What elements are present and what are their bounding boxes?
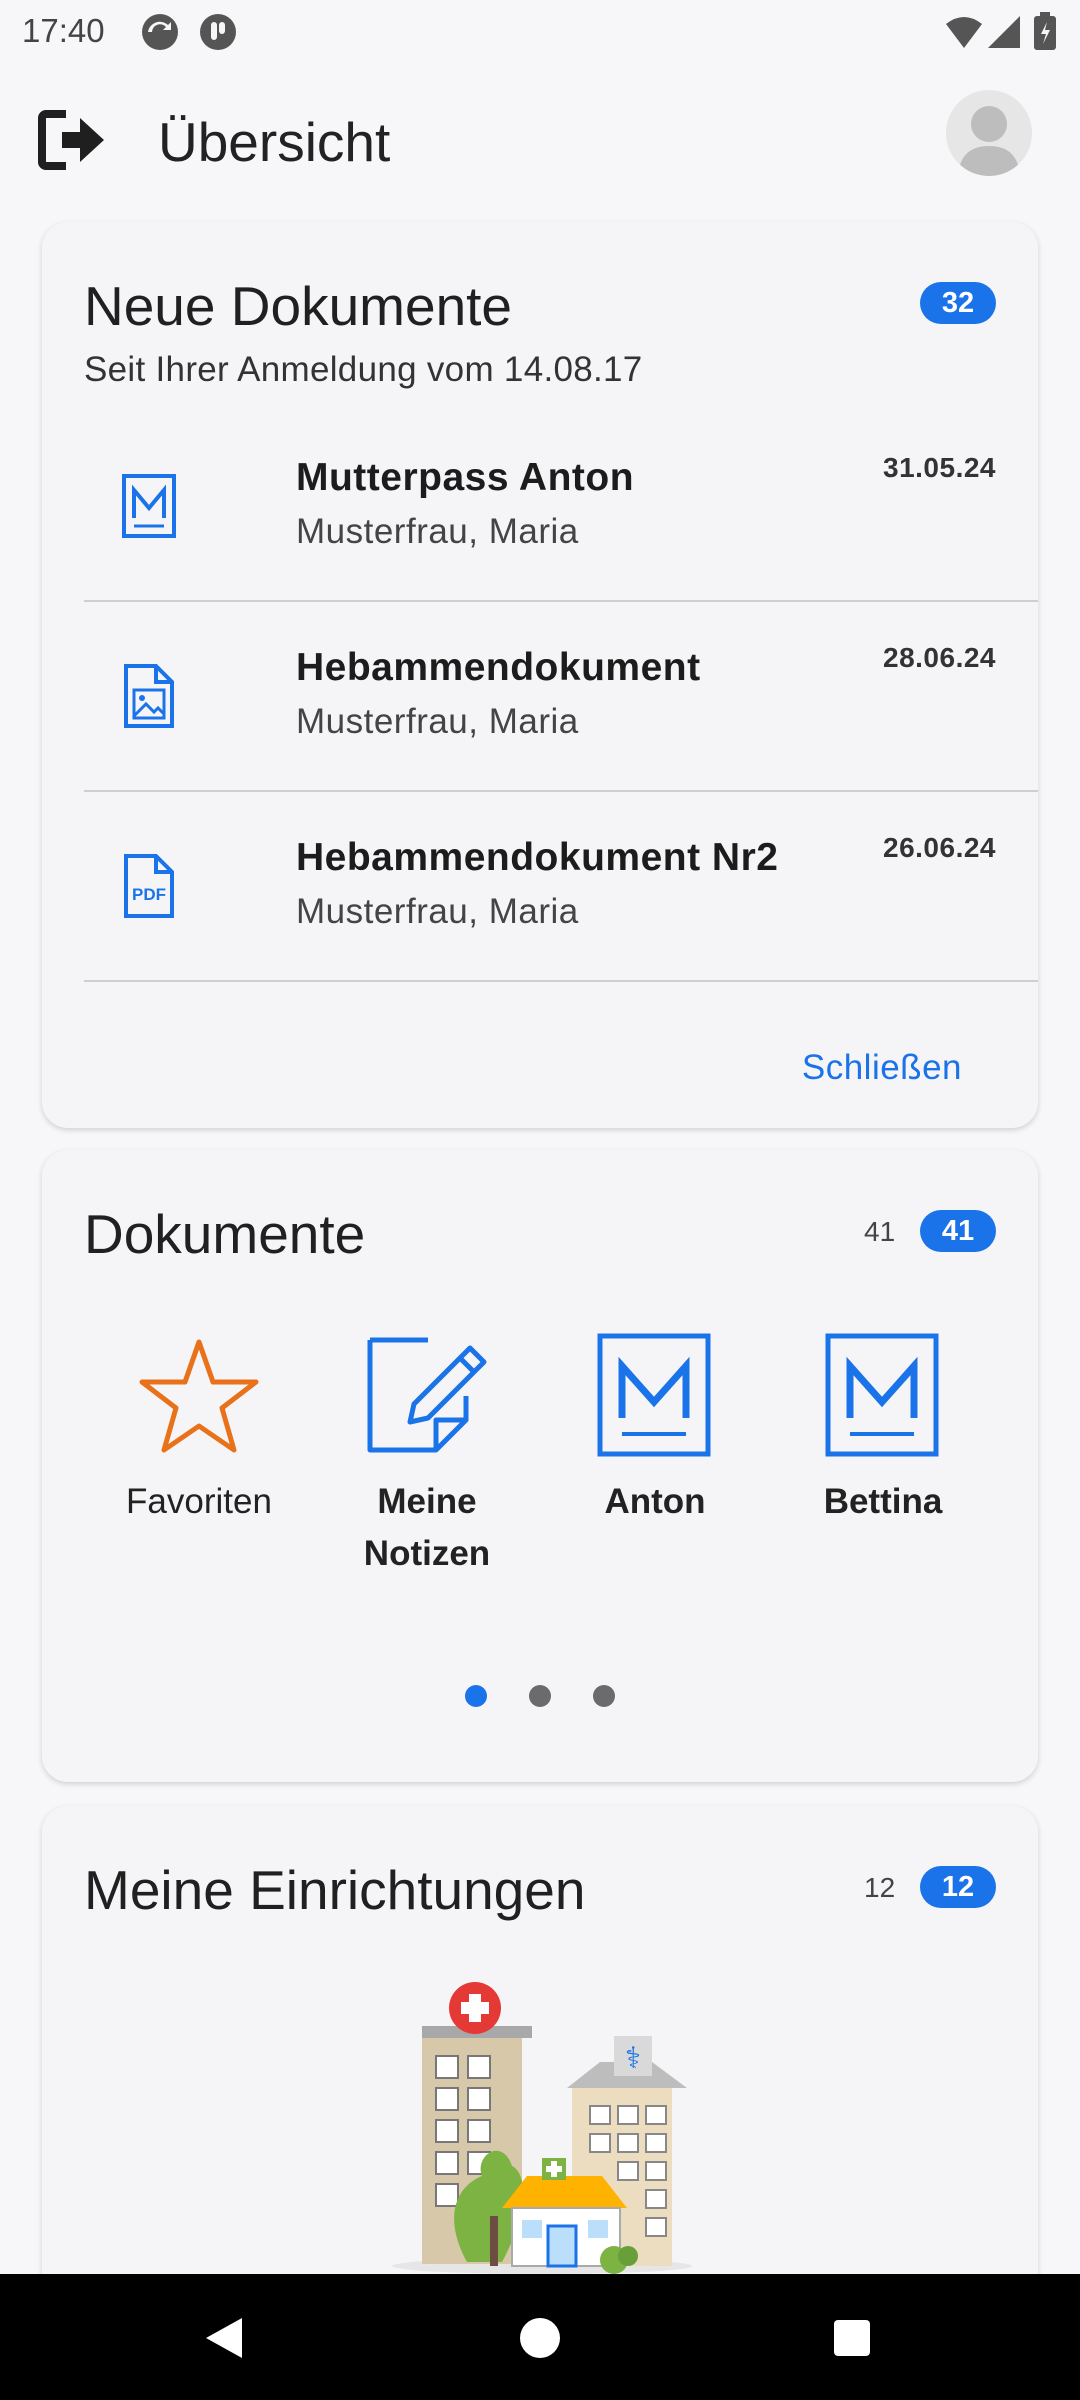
document-author: Musterfrau, Maria [296, 892, 579, 931]
profile-placeholder-icon [958, 106, 1020, 176]
status-time: 17:40 [22, 12, 105, 49]
documents-card: Dokumente 41 41 Favoriten Meine Notizen … [42, 1150, 1038, 1782]
cell-signal-icon [988, 16, 1020, 48]
svg-text:PDF: PDF [132, 885, 166, 904]
pdf-document-icon: PDF [124, 854, 174, 918]
new-documents-card: Neue Dokumente 32 Seit Ihrer Anmeldung v… [42, 222, 1038, 1128]
logout-icon[interactable] [36, 104, 108, 176]
close-button[interactable]: Schließen [802, 1048, 962, 1088]
tile-meine-notizen[interactable]: Meine Notizen [327, 1330, 527, 1580]
document-date: 26.06.24 [883, 832, 996, 863]
mutterpass-icon [122, 474, 176, 538]
tile-label: Favoriten [126, 1482, 272, 1521]
mutterpass-icon [825, 1333, 939, 1457]
recents-icon[interactable] [828, 2314, 876, 2362]
star-icon [139, 1339, 259, 1453]
new-documents-subtitle: Seit Ihrer Anmeldung vom 14.08.17 [84, 350, 643, 389]
page-dot[interactable] [529, 1685, 551, 1707]
document-title: Mutterpass Anton [296, 456, 635, 499]
mutterpass-icon [597, 1333, 711, 1457]
facilities-title: Meine Einrichtungen [84, 1859, 586, 1921]
documents-count: 41 [864, 1216, 896, 1247]
app-notification-icon [200, 14, 236, 50]
documents-title: Dokumente [84, 1203, 366, 1265]
tile-label: Meine Notizen [363, 1482, 491, 1573]
status-bar: 17:40 [0, 0, 1080, 64]
page-title: Übersicht [158, 111, 391, 173]
document-date: 31.05.24 [883, 452, 996, 483]
image-document-icon [124, 664, 174, 728]
facilities-illustration: ⚕ [392, 1982, 692, 2274]
new-documents-badge: 32 [920, 282, 996, 324]
facilities-count: 12 [864, 1872, 896, 1903]
battery-icon [1034, 12, 1056, 50]
documents-badge: 41 [920, 1210, 996, 1252]
list-item[interactable]: PDF Hebammendokument Nr2 Musterfrau, Mar… [84, 794, 1038, 982]
list-item[interactable]: Mutterpass Anton Musterfrau, Maria 31.05… [84, 414, 1038, 602]
tile-favoriten[interactable]: Favoriten [99, 1330, 299, 1528]
facilities-card: Meine Einrichtungen 12 12 ⚕ [42, 1806, 1038, 2326]
page-indicator [42, 1685, 1038, 1707]
tile-label: Anton [604, 1482, 706, 1521]
home-icon[interactable] [516, 2314, 564, 2362]
document-author: Musterfrau, Maria [296, 702, 579, 741]
note-edit-icon [367, 1337, 487, 1453]
app-bar: Übersicht [0, 80, 1080, 200]
document-title: Hebammendokument Nr2 [296, 836, 779, 879]
page-dot[interactable] [593, 1685, 615, 1707]
tile-anton[interactable]: Anton [555, 1330, 755, 1528]
document-title: Hebammendokument [296, 646, 701, 689]
avatar[interactable] [946, 90, 1032, 176]
page-dot[interactable] [465, 1685, 487, 1707]
back-icon[interactable] [200, 2314, 248, 2362]
svg-text:⚕: ⚕ [625, 2041, 641, 2076]
system-nav-bar [0, 2274, 1080, 2400]
tile-bettina[interactable]: Bettina [783, 1330, 983, 1528]
facilities-badge: 12 [920, 1866, 996, 1908]
wifi-icon [946, 17, 982, 48]
list-item[interactable]: Hebammendokument Musterfrau, Maria 28.06… [84, 604, 1038, 792]
document-author: Musterfrau, Maria [296, 512, 579, 551]
document-date: 28.06.24 [883, 642, 996, 673]
sync-icon [142, 14, 178, 50]
tile-label: Bettina [823, 1482, 943, 1521]
new-documents-title: Neue Dokumente [84, 275, 513, 337]
